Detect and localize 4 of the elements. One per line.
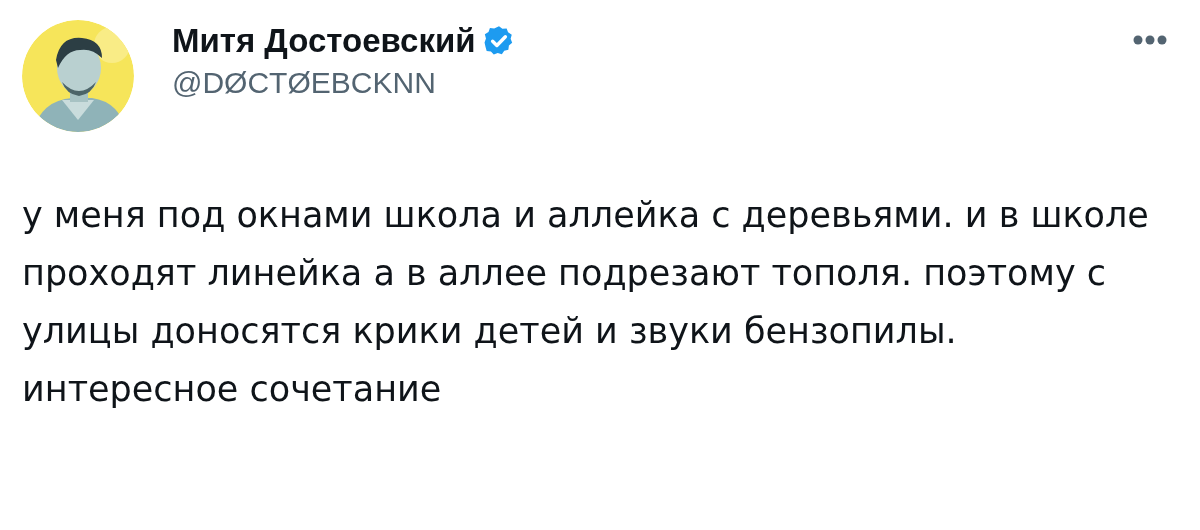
tweet-text: у меня под окнами школа и аллейка с деревьями. и в школе проходят линейка а в аллее подрезают тополя. поэтому с улицы доносятся крики детей и звуки бензопилы. интересное сочетание (22, 194, 1150, 411)
author-handle[interactable]: @DØCTØEBCKNN (172, 66, 516, 100)
more-options-icon[interactable] (1132, 34, 1168, 46)
author-name[interactable]: Митя Достоевский (172, 22, 476, 60)
